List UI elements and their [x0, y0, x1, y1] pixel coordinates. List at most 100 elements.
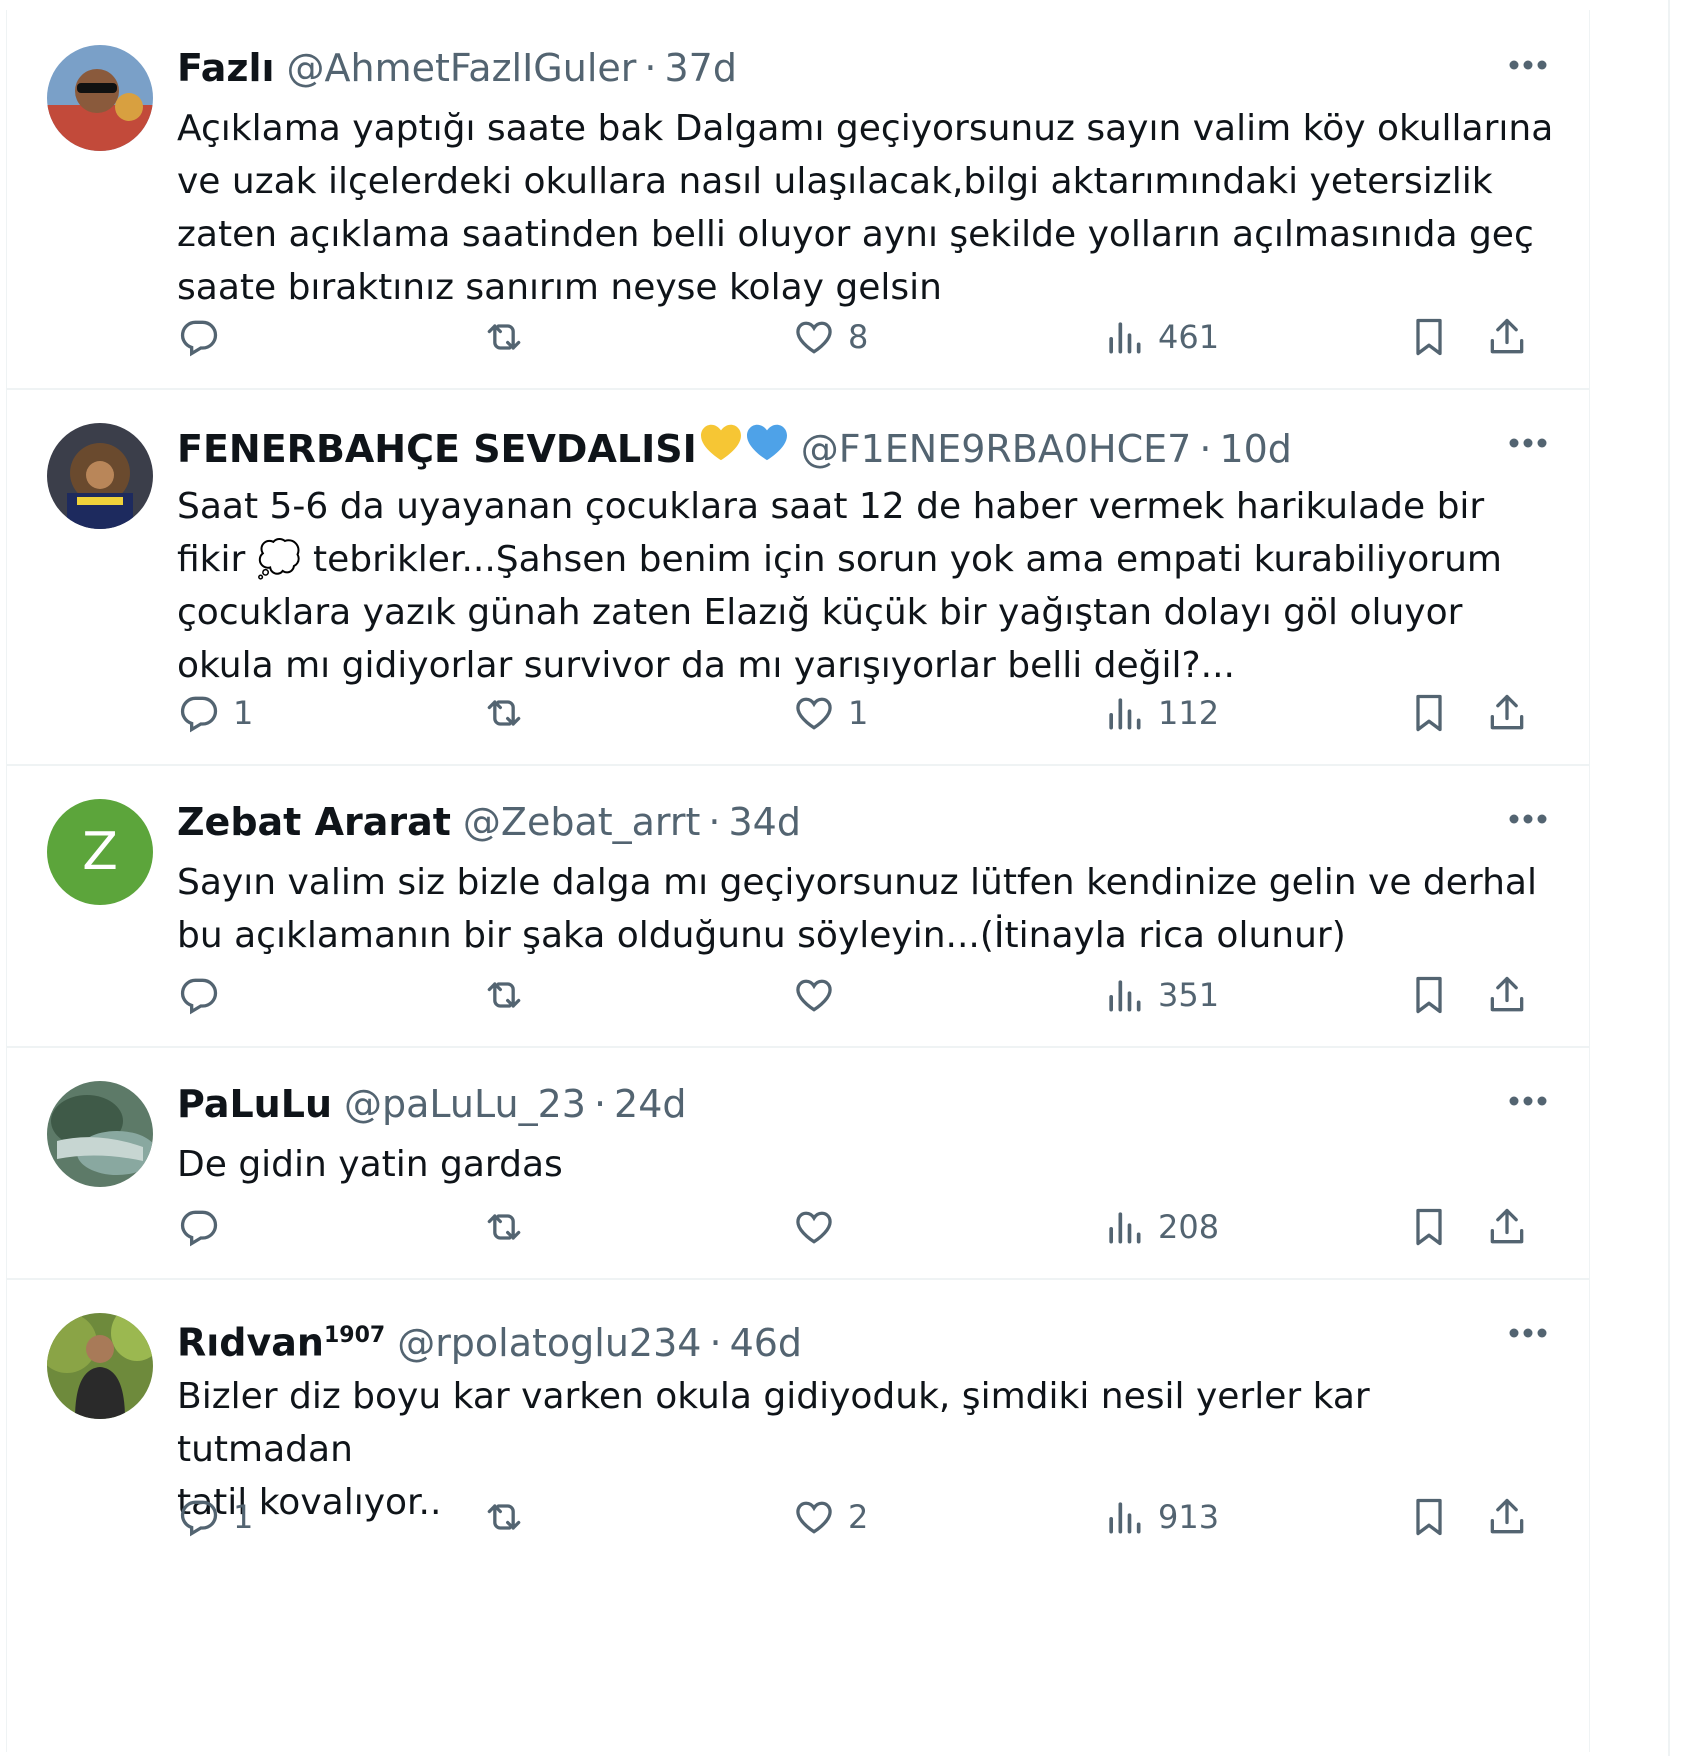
heart-icon: [796, 321, 832, 354]
retweet-button[interactable]: [482, 688, 538, 738]
timestamp[interactable]: 34d: [728, 798, 800, 846]
bookmark-button[interactable]: [1407, 1202, 1451, 1252]
separator: ·: [708, 800, 721, 844]
like-count: 1: [848, 694, 869, 732]
retweet-button[interactable]: [482, 1202, 538, 1252]
views-button[interactable]: 461: [1102, 312, 1219, 362]
like-button[interactable]: 1: [792, 688, 868, 738]
view-count: 461: [1158, 318, 1220, 356]
reply-count: 1: [233, 694, 254, 732]
heart-icon: [796, 1211, 832, 1244]
display-name[interactable]: Fazlı: [177, 44, 275, 92]
display-name[interactable]: FENERBAHÇE SEVDALISI: [177, 425, 697, 473]
more-horizontal-icon[interactable]: [1507, 1326, 1549, 1340]
bookmark-button[interactable]: [1407, 312, 1451, 362]
bookmark-icon: [1416, 1208, 1442, 1246]
timestamp[interactable]: 10d: [1219, 425, 1291, 473]
bookmark-icon: [1416, 1498, 1442, 1536]
views-button[interactable]: 913: [1102, 1492, 1219, 1542]
blue-heart-emoji: [746, 424, 787, 461]
display-name-text: Rıdvan: [177, 1320, 324, 1365]
tweet-text: Açıklama yaptığı saate bak Dalgamı geçiy…: [177, 108, 1554, 308]
heart-icon: [796, 979, 832, 1012]
more-horizontal-icon[interactable]: [1507, 1094, 1549, 1108]
views-button[interactable]: 208: [1102, 1202, 1219, 1252]
share-upload-icon: [1490, 976, 1524, 1012]
separator: ·: [709, 1320, 722, 1365]
share-button[interactable]: [1485, 688, 1529, 738]
action-bar: 8 461: [177, 312, 1557, 362]
retweet-button[interactable]: [482, 1492, 538, 1542]
bookmark-button[interactable]: [1407, 688, 1451, 738]
user-handle[interactable]: @AhmetFazlIGuler: [287, 44, 637, 92]
tweet-header: PaLuLu @paLuLu_23 · 24d: [177, 1080, 1549, 1128]
retweet-icon: [487, 700, 521, 726]
tweet[interactable]: PaLuLu @paLuLu_23 · 24d De gidin yatin g…: [7, 1046, 1589, 1280]
like-button[interactable]: 8: [792, 312, 868, 362]
avatar[interactable]: [47, 1081, 153, 1187]
reply-button[interactable]: 1: [177, 688, 253, 738]
more-horizontal-icon[interactable]: [1507, 58, 1549, 72]
reply-button[interactable]: [177, 312, 233, 362]
retweet-button[interactable]: [482, 970, 538, 1020]
user-handle[interactable]: @Zebat_arrt: [463, 798, 700, 846]
action-bar: 351: [177, 970, 1557, 1020]
display-name[interactable]: Rıdvan1907: [177, 1312, 385, 1367]
like-button[interactable]: 2: [792, 1492, 868, 1542]
tweet-text: De gidin yatin gardas: [177, 1144, 563, 1185]
share-upload-icon: [1490, 694, 1524, 730]
avatar[interactable]: [47, 1313, 153, 1419]
display-name-superscript: 1907: [323, 1323, 386, 1348]
views-button[interactable]: 112: [1102, 688, 1219, 738]
reply-feed: Fazlı @AhmetFazlIGuler · 37d Açıklama ya…: [6, 10, 1590, 1752]
views-button[interactable]: 351: [1102, 970, 1219, 1020]
user-handle[interactable]: @paLuLu_23: [344, 1080, 586, 1128]
retweet-icon: [487, 982, 521, 1008]
retweet-icon: [487, 1214, 521, 1240]
user-handle[interactable]: @F1ENE9RBA0HCE7: [801, 425, 1192, 473]
reply-button[interactable]: [177, 1202, 233, 1252]
reply-button[interactable]: 1: [177, 1492, 253, 1542]
bookmark-icon: [1416, 976, 1442, 1014]
bookmark-button[interactable]: [1407, 1492, 1451, 1542]
retweet-icon: [487, 1504, 521, 1530]
tweet[interactable]: FENERBAHÇE SEVDALISI @F1ENE9RBA0HCE7 · 1…: [7, 388, 1589, 766]
avatar[interactable]: [47, 423, 153, 529]
display-name[interactable]: PaLuLu: [177, 1080, 332, 1128]
bookmark-button[interactable]: [1407, 970, 1451, 1020]
timestamp[interactable]: 24d: [614, 1080, 686, 1128]
avatar[interactable]: Z: [47, 799, 153, 905]
more-horizontal-icon[interactable]: [1507, 812, 1549, 826]
like-count: 8: [848, 318, 869, 356]
separator: ·: [593, 1082, 607, 1126]
yellow-heart-emoji: [700, 424, 741, 461]
share-button[interactable]: [1485, 312, 1529, 362]
more-horizontal-icon[interactable]: [1507, 436, 1549, 450]
action-bar: 208: [177, 1202, 1557, 1252]
view-count: 913: [1158, 1498, 1220, 1536]
display-name[interactable]: Zebat Ararat: [177, 798, 451, 846]
like-button[interactable]: [792, 970, 848, 1020]
like-count: 2: [848, 1498, 869, 1536]
views-chart-icon: [1109, 1502, 1141, 1534]
timestamp[interactable]: 46d: [730, 1319, 802, 1367]
heart-icon: [796, 697, 832, 730]
bookmark-icon: [1416, 318, 1442, 356]
like-button[interactable]: [792, 1202, 848, 1252]
share-button[interactable]: [1485, 1492, 1529, 1542]
tweet-header: Fazlı @AhmetFazlIGuler · 37d: [177, 44, 1549, 92]
tweet[interactable]: Rıdvan1907 @rpolatoglu234 · 46d Bizler d…: [7, 1278, 1589, 1752]
retweet-button[interactable]: [482, 312, 538, 362]
share-button[interactable]: [1485, 1202, 1529, 1252]
reply-count: 1: [233, 1498, 254, 1536]
retweet-icon: [487, 324, 521, 350]
timestamp[interactable]: 37d: [664, 44, 736, 92]
tweet[interactable]: Fazlı @AhmetFazlIGuler · 37d Açıklama ya…: [7, 10, 1589, 390]
reply-button[interactable]: [177, 970, 233, 1020]
avatar[interactable]: [47, 45, 153, 151]
user-handle[interactable]: @rpolatoglu234: [397, 1319, 701, 1367]
tweet-text: Sayın valim siz bizle dalga mı geçiyorsu…: [177, 862, 1537, 956]
scrollbar-track[interactable]: [1668, 0, 1670, 1756]
tweet[interactable]: Z Zebat Ararat @Zebat_arrt · 34d Sayın v…: [7, 764, 1589, 1048]
share-button[interactable]: [1485, 970, 1529, 1020]
